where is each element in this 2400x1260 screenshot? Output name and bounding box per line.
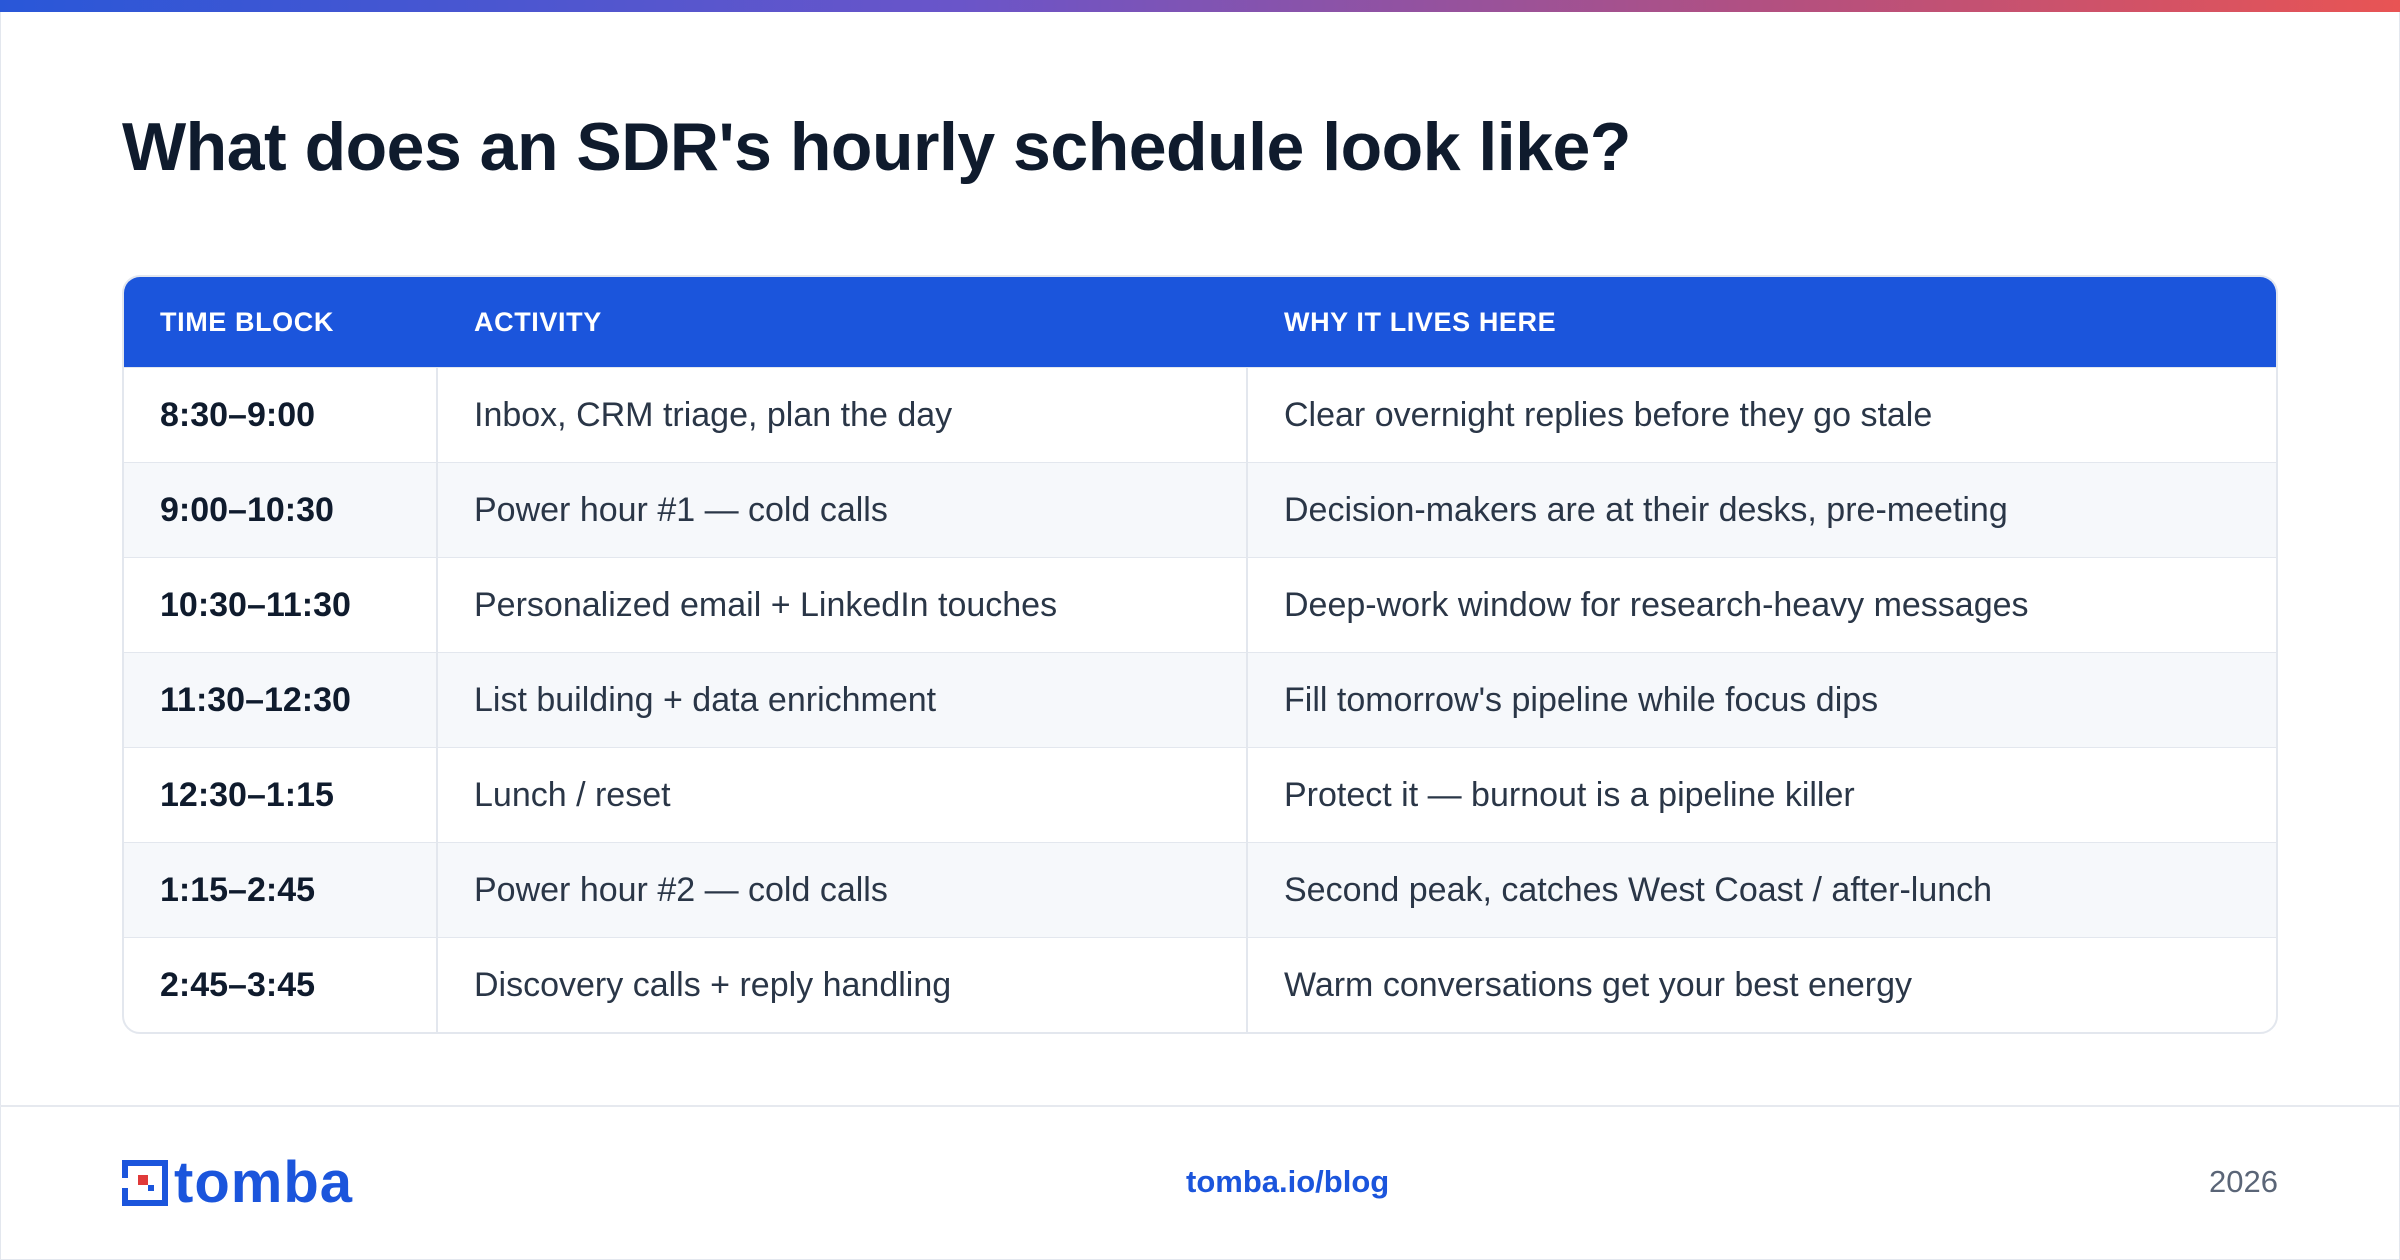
- time-cell: 11:30–12:30: [124, 653, 438, 747]
- table-row: 1:15–2:45 Power hour #2 — cold calls Sec…: [124, 842, 2276, 937]
- gradient-top-bar: [0, 0, 2400, 12]
- activity-cell: List building + data enrichment: [438, 653, 1248, 747]
- activity-cell: Power hour #1 — cold calls: [438, 463, 1248, 557]
- time-cell: 1:15–2:45: [124, 843, 438, 937]
- time-cell: 12:30–1:15: [124, 748, 438, 842]
- activity-cell: Discovery calls + reply handling: [438, 938, 1248, 1032]
- activity-cell: Inbox, CRM triage, plan the day: [438, 368, 1248, 462]
- reason-cell: Warm conversations get your best energy: [1284, 965, 1913, 1004]
- table-row: 11:30–12:30 List building + data enrichm…: [124, 652, 2276, 747]
- tomba-logo-icon: [122, 1160, 168, 1206]
- table-row: 9:00–10:30 Power hour #1 — cold calls De…: [124, 462, 2276, 557]
- header-time-block: TIME BLOCK: [160, 306, 334, 337]
- activity-cell: Lunch / reset: [438, 748, 1248, 842]
- time-cell: 10:30–11:30: [124, 558, 438, 652]
- table-row: 12:30–1:15 Lunch / reset Protect it — bu…: [124, 747, 2276, 842]
- time-cell: 2:45–3:45: [124, 938, 438, 1032]
- footer-divider: [0, 1105, 2400, 1107]
- header-activity: ACTIVITY: [474, 306, 602, 337]
- time-cell: 8:30–9:00: [124, 368, 438, 462]
- footer-year: 2026: [2209, 1164, 2278, 1199]
- activity-cell: Power hour #2 — cold calls: [438, 843, 1248, 937]
- logo-wordmark: tomba: [174, 1150, 353, 1215]
- table-header: TIME BLOCK ACTIVITY WHY IT LIVES HERE: [124, 277, 2276, 367]
- reason-cell: Second peak, catches West Coast / after-…: [1284, 870, 1993, 909]
- table-row: 10:30–11:30 Personalized email + LinkedI…: [124, 557, 2276, 652]
- activity-cell: Personalized email + LinkedIn touches: [438, 558, 1248, 652]
- time-cell: 9:00–10:30: [124, 463, 438, 557]
- page-title: What does an SDR's hourly schedule look …: [122, 109, 1631, 185]
- header-why: WHY IT LIVES HERE: [1284, 306, 1557, 337]
- reason-cell: Decision-makers are at their desks, pre-…: [1284, 490, 2008, 529]
- reason-cell: Protect it — burnout is a pipeline kille…: [1284, 775, 1855, 814]
- schedule-table: TIME BLOCK ACTIVITY WHY IT LIVES HERE 8:…: [122, 275, 2278, 1034]
- tomba-logo[interactable]: tomba: [122, 1150, 353, 1215]
- table-row: 8:30–9:00 Inbox, CRM triage, plan the da…: [124, 367, 2276, 462]
- reason-cell: Deep-work window for research-heavy mess…: [1284, 585, 2029, 624]
- reason-cell: Fill tomorrow's pipeline while focus dip…: [1284, 680, 1879, 719]
- table-row: 2:45–3:45 Discovery calls + reply handli…: [124, 937, 2276, 1032]
- blog-link[interactable]: tomba.io/blog: [1186, 1164, 1389, 1200]
- reason-cell: Clear overnight replies before they go s…: [1284, 395, 1933, 434]
